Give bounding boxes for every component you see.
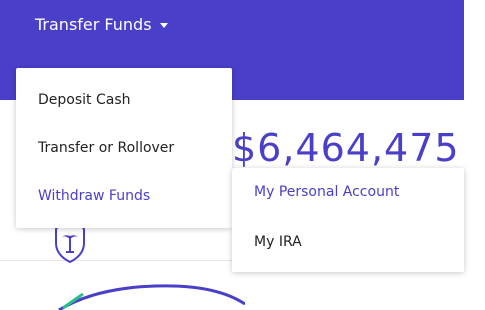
menu-item-deposit-cash[interactable]: Deposit Cash (38, 92, 131, 108)
palm-tree-shield-icon (55, 226, 85, 264)
account-balance: $6,464,475 (232, 126, 460, 170)
chart-arc (58, 284, 245, 310)
transfer-funds-dropdown[interactable]: Transfer Funds (35, 13, 168, 35)
transfer-funds-label: Transfer Funds (35, 14, 152, 34)
header-right-edge (464, 0, 485, 308)
menu-item-withdraw-funds[interactable]: Withdraw Funds (38, 188, 150, 204)
submenu-item-my-ira[interactable]: My IRA (254, 234, 302, 250)
menu-item-transfer-or-rollover[interactable]: Transfer or Rollover (38, 140, 174, 156)
caret-down-icon (159, 22, 168, 28)
submenu-item-my-personal-account[interactable]: My Personal Account (254, 184, 399, 200)
withdraw-funds-submenu: My Personal Account My IRA (232, 168, 464, 272)
transfer-funds-menu: Deposit Cash Transfer or Rollover Withdr… (16, 68, 232, 228)
